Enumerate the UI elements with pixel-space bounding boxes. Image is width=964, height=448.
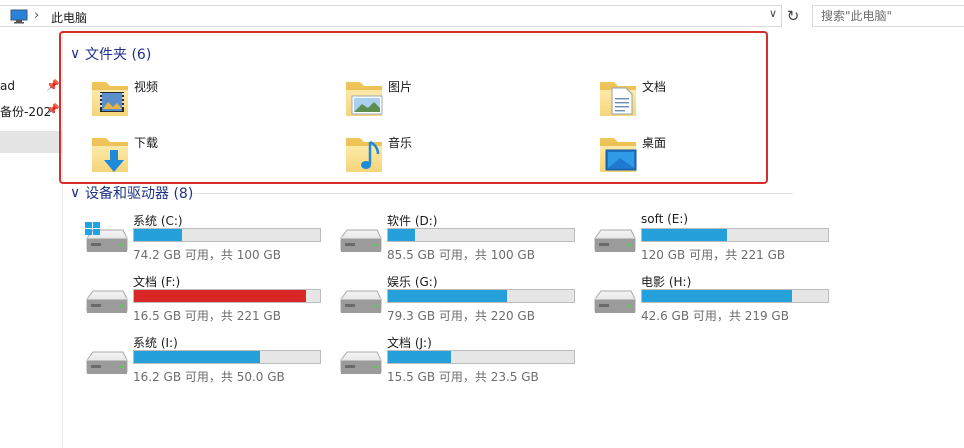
drives-group-header[interactable]: ∨ 设备和驱动器 (8) <box>70 183 794 203</box>
drive-name: soft (E:) <box>641 212 689 226</box>
nav-item-label: ad <box>0 79 15 93</box>
drive-tile-d[interactable]: 软件 (D:) 85.5 GB 可用，共 100 GB <box>337 212 587 270</box>
drive-tile-i[interactable]: 系统 (I:) 16.2 GB 可用，共 50.0 GB <box>83 334 333 392</box>
drive-space-info: 74.2 GB 可用，共 100 GB <box>133 248 281 262</box>
address-bar[interactable]: › 此电脑 ∨ <box>0 5 782 27</box>
collapse-chevron-icon[interactable]: ∨ <box>70 185 84 201</box>
drive-usage-fill <box>642 290 792 302</box>
drive-usage-bar <box>641 289 829 303</box>
drive-space-info: 42.6 GB 可用，共 219 GB <box>641 309 789 323</box>
drive-space-info: 16.2 GB 可用，共 50.0 GB <box>133 370 285 384</box>
drive-tile-g[interactable]: 娱乐 (G:) 79.3 GB 可用，共 220 GB <box>337 273 587 331</box>
drive-tile-c[interactable]: 系统 (C:) 74.2 GB 可用，共 100 GB <box>83 212 333 270</box>
drive-usage-bar <box>387 228 575 242</box>
hard-drive-icon <box>337 222 383 262</box>
drive-space-info: 16.5 GB 可用，共 221 GB <box>133 309 281 323</box>
search-input[interactable] <box>821 7 961 25</box>
drive-name: 娱乐 (G:) <box>387 275 438 289</box>
drive-usage-fill <box>134 351 260 363</box>
drive-usage-bar <box>133 289 321 303</box>
drive-tile-h[interactable]: 电影 (H:) 42.6 GB 可用，共 219 GB <box>591 273 841 331</box>
pin-icon: 📌 <box>46 103 60 116</box>
drive-usage-bar <box>641 228 829 242</box>
drive-usage-fill <box>134 290 307 302</box>
hard-drive-icon <box>83 344 129 384</box>
drive-tile-e[interactable]: soft (E:) 120 GB 可用，共 221 GB <box>591 212 841 270</box>
nav-item-quick-access-1[interactable]: ad 📌 <box>0 76 62 98</box>
drive-name: 系统 (I:) <box>133 336 178 350</box>
drive-name: 文档 (J:) <box>387 336 432 350</box>
drive-usage-bar <box>387 350 575 364</box>
navigation-pane[interactable]: ad 📌 备份-202 📌 <box>0 32 63 448</box>
drive-usage-bar <box>387 289 575 303</box>
breadcrumb-separator[interactable]: › <box>34 8 39 23</box>
drive-space-info: 120 GB 可用，共 221 GB <box>641 248 786 262</box>
drive-space-info: 15.5 GB 可用，共 23.5 GB <box>387 370 539 384</box>
highlight-annotation-box <box>59 31 768 184</box>
hard-drive-icon <box>337 344 383 384</box>
windows-drive-icon <box>85 222 129 262</box>
drive-usage-fill <box>388 229 415 241</box>
nav-item-quick-access-2[interactable]: 备份-202 📌 <box>0 100 62 122</box>
hard-drive-icon <box>591 283 637 323</box>
drive-usage-fill <box>388 351 452 363</box>
drive-space-info: 79.3 GB 可用，共 220 GB <box>387 309 535 323</box>
drive-name: 系统 (C:) <box>133 214 183 228</box>
drive-space-info: 85.5 GB 可用，共 100 GB <box>387 248 535 262</box>
hard-drive-icon <box>337 283 383 323</box>
drive-name: 文档 (F:) <box>133 275 181 289</box>
hard-drive-icon <box>591 222 637 262</box>
group-divider <box>193 193 794 194</box>
hard-drive-icon <box>83 283 129 323</box>
nav-item-this-pc-selected[interactable] <box>0 131 62 153</box>
this-pc-icon <box>10 9 28 27</box>
drive-name: 电影 (H:) <box>641 275 692 289</box>
breadcrumb-this-pc[interactable]: 此电脑 <box>51 9 87 26</box>
drive-usage-bar <box>133 350 321 364</box>
drive-usage-fill <box>134 229 182 241</box>
pin-icon: 📌 <box>46 79 60 92</box>
drives-group-title: 设备和驱动器 (8) <box>85 186 194 202</box>
refresh-button[interactable]: ↻ <box>783 5 803 27</box>
search-box[interactable] <box>812 5 964 27</box>
address-history-dropdown-icon[interactable]: ∨ <box>769 7 777 20</box>
drive-tile-f[interactable]: 文档 (F:) 16.5 GB 可用，共 221 GB <box>83 273 333 331</box>
nav-item-label: 备份-202 <box>0 105 52 119</box>
drive-usage-bar <box>133 228 321 242</box>
drive-tile-j[interactable]: 文档 (J:) 15.5 GB 可用，共 23.5 GB <box>337 334 587 392</box>
drive-usage-fill <box>642 229 727 241</box>
drive-name: 软件 (D:) <box>387 214 438 228</box>
drive-usage-fill <box>388 290 508 302</box>
